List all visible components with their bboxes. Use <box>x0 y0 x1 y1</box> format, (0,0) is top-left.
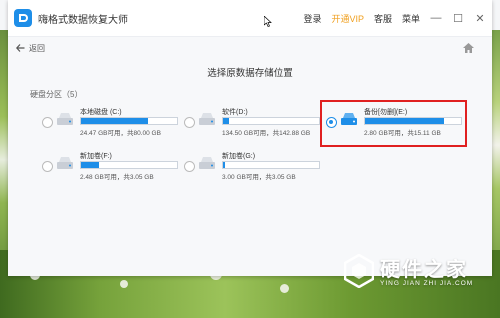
drive-usage-fill <box>81 162 100 168</box>
drive-size: 3.00 GB可用，共3.05 GB <box>222 174 296 181</box>
drive-radio[interactable] <box>184 117 195 128</box>
drive-item[interactable]: 新加卷(F:) 2.48 GB可用，共3.05 GB <box>38 144 188 184</box>
drive-size: 134.50 GB可用，共142.88 GB <box>222 130 311 137</box>
drive-radio[interactable] <box>42 161 53 172</box>
app-logo-icon <box>14 9 32 27</box>
drive-usage-bar <box>222 161 320 169</box>
drive-size: 2.48 GB可用，共3.05 GB <box>80 174 154 181</box>
page-title: 选择原数据存储位置 <box>207 68 293 79</box>
drive-usage-bar <box>80 161 178 169</box>
drive-name: 新加卷(F:) <box>80 153 112 160</box>
watermark-logo-icon <box>344 254 374 288</box>
home-icon[interactable] <box>463 43 474 53</box>
drive-size: 24.47 GB可用，共80.00 GB <box>80 130 161 137</box>
drive-item[interactable]: 本地磁盘 (C:) 24.47 GB可用，共80.00 GB <box>38 100 188 140</box>
watermark: 硬件之家 YING JIAN ZHI JIA.COM <box>344 252 494 296</box>
drive-usage-fill <box>81 118 149 124</box>
hard-drive-icon <box>199 157 215 169</box>
hard-drive-icon <box>57 157 73 169</box>
partition-section-label: 硬盘分区（5） <box>30 90 83 99</box>
login-button[interactable]: 登录 <box>303 12 321 25</box>
arrow-left-icon <box>16 44 25 52</box>
hard-drive-icon <box>199 113 215 125</box>
drive-usage-fill <box>223 162 225 168</box>
back-button[interactable]: 返回 <box>16 43 45 54</box>
maximize-button[interactable]: ☐ <box>452 12 464 25</box>
nav-row: 返回 <box>8 37 492 59</box>
selected-drive-highlight <box>320 100 467 147</box>
drive-usage-bar <box>80 117 178 125</box>
drive-radio[interactable] <box>42 117 53 128</box>
close-button[interactable]: ✕ <box>474 12 486 25</box>
minimize-button[interactable]: — <box>430 12 442 24</box>
drive-item[interactable]: 软件(D:) 134.50 GB可用，共142.88 GB <box>180 100 330 140</box>
drive-usage-fill <box>223 118 229 124</box>
drive-item[interactable]: 新加卷(G:) 3.00 GB可用，共3.05 GB <box>180 144 330 184</box>
app-window: 嗨格式数据恢复大师 登录 开通VIP 客服 菜单 — ☐ ✕ 返回 选择原数据存… <box>8 0 492 276</box>
customer-service-button[interactable]: 客服 <box>374 12 392 25</box>
drive-name: 本地磁盘 (C:) <box>80 109 122 116</box>
drive-radio[interactable] <box>184 161 195 172</box>
hard-drive-icon <box>57 113 73 125</box>
vip-button[interactable]: 开通VIP <box>331 12 364 25</box>
mouse-cursor-icon <box>264 16 272 27</box>
title-bar: 嗨格式数据恢复大师 登录 开通VIP 客服 菜单 — ☐ ✕ <box>8 0 492 37</box>
drive-name: 新加卷(G:) <box>222 153 256 160</box>
menu-button[interactable]: 菜单 <box>402 12 420 25</box>
back-label: 返回 <box>29 43 45 53</box>
drive-usage-bar <box>222 117 320 125</box>
watermark-url: YING JIAN ZHI JIA.COM <box>380 280 474 287</box>
app-title: 嗨格式数据恢复大师 <box>38 14 128 26</box>
drive-name: 软件(D:) <box>222 109 248 116</box>
watermark-text: 硬件之家 <box>380 257 468 281</box>
